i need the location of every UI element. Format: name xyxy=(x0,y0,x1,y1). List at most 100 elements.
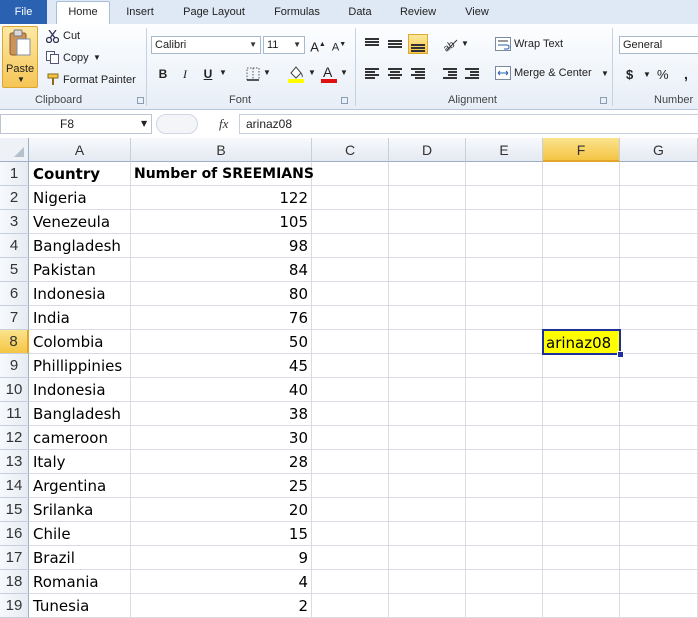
column-header-f[interactable]: F xyxy=(543,138,620,162)
cell-number[interactable]: 122 xyxy=(131,186,308,210)
cell-country[interactable]: Tunesia xyxy=(33,594,89,618)
align-middle-icon[interactable] xyxy=(385,34,405,54)
cell-number[interactable]: 98 xyxy=(131,234,308,258)
align-bottom-icon[interactable] xyxy=(408,34,428,54)
row-header-8[interactable]: 8 xyxy=(0,330,29,354)
row-header-18[interactable]: 18 xyxy=(0,570,29,594)
shrink-font-icon[interactable]: A▼ xyxy=(329,35,349,55)
tab-file[interactable]: File xyxy=(0,0,47,24)
align-top-icon[interactable] xyxy=(362,34,382,54)
bold-button[interactable]: B xyxy=(153,64,173,84)
cell-number[interactable]: 9 xyxy=(131,546,308,570)
align-center-icon[interactable] xyxy=(385,64,405,84)
cell-number[interactable]: 20 xyxy=(131,498,308,522)
cell-number[interactable]: 4 xyxy=(131,570,308,594)
row-header-1[interactable]: 1 xyxy=(0,162,29,186)
name-box[interactable]: F8 ▼ xyxy=(0,114,152,134)
fill-color-dropdown-icon[interactable]: ▼ xyxy=(308,68,316,77)
cell-a1[interactable]: Country xyxy=(33,162,100,186)
fx-icon[interactable]: fx xyxy=(219,116,228,132)
alignment-launcher-icon[interactable] xyxy=(600,97,607,104)
font-launcher-icon[interactable] xyxy=(341,97,348,104)
format-painter-button[interactable]: Format Painter xyxy=(63,74,136,86)
percent-button[interactable]: % xyxy=(657,67,669,82)
cell-number[interactable]: 50 xyxy=(131,330,308,354)
row-header-3[interactable]: 3 xyxy=(0,210,29,234)
cell-number[interactable]: 28 xyxy=(131,450,308,474)
orientation-dropdown-icon[interactable]: ▼ xyxy=(461,39,469,48)
cell-country[interactable]: Indonesia xyxy=(33,282,106,306)
increase-indent-icon[interactable] xyxy=(462,64,482,84)
row-header-17[interactable]: 17 xyxy=(0,546,29,570)
column-header-e[interactable]: E xyxy=(466,138,543,162)
underline-button[interactable]: U xyxy=(198,64,218,84)
cell-number[interactable]: 84 xyxy=(131,258,308,282)
tab-data[interactable]: Data xyxy=(339,4,381,24)
row-header-15[interactable]: 15 xyxy=(0,498,29,522)
cell-country[interactable]: Phillippinies xyxy=(33,354,122,378)
tab-view[interactable]: View xyxy=(456,4,498,24)
currency-button[interactable]: $ xyxy=(626,67,633,82)
tab-page-layout[interactable]: Page Layout xyxy=(175,4,253,24)
currency-dropdown-icon[interactable]: ▼ xyxy=(643,70,651,79)
italic-button[interactable]: I xyxy=(175,64,195,84)
tab-home[interactable]: Home xyxy=(56,1,110,25)
cell-number[interactable]: 15 xyxy=(131,522,308,546)
select-all-button[interactable] xyxy=(0,138,29,162)
cell-country[interactable]: cameroon xyxy=(33,426,108,450)
cell-country[interactable]: Bangladesh xyxy=(33,402,121,426)
cell-country[interactable]: Chile xyxy=(33,522,71,546)
cell-number[interactable]: 38 xyxy=(131,402,308,426)
column-header-a[interactable]: A xyxy=(29,138,131,162)
cell-country[interactable]: Brazil xyxy=(33,546,75,570)
cell-number[interactable]: 25 xyxy=(131,474,308,498)
font-color-icon[interactable]: A xyxy=(320,64,338,83)
active-cell-f8[interactable]: arinaz08 xyxy=(542,329,624,358)
row-header-4[interactable]: 4 xyxy=(0,234,29,258)
cell-number[interactable]: 76 xyxy=(131,306,308,330)
cell-country[interactable]: Argentina xyxy=(33,474,106,498)
cell-country[interactable]: Indonesia xyxy=(33,378,106,402)
copy-button[interactable]: Copy xyxy=(63,52,89,64)
column-header-d[interactable]: D xyxy=(389,138,466,162)
row-header-11[interactable]: 11 xyxy=(0,402,29,426)
row-header-13[interactable]: 13 xyxy=(0,450,29,474)
align-right-icon[interactable] xyxy=(408,64,428,84)
row-header-7[interactable]: 7 xyxy=(0,306,29,330)
cell-country[interactable]: Venezeula xyxy=(33,210,110,234)
cell-number[interactable]: 40 xyxy=(131,378,308,402)
cell-b1[interactable]: Number of SREEMIANS xyxy=(134,162,314,186)
cell-country[interactable]: Romania xyxy=(33,570,99,594)
formula-input[interactable]: arinaz08 xyxy=(239,114,698,134)
column-header-b[interactable]: B xyxy=(131,138,312,162)
formula-splitter[interactable] xyxy=(156,114,198,134)
underline-dropdown-icon[interactable]: ▼ xyxy=(219,68,227,77)
align-left-icon[interactable] xyxy=(362,64,382,84)
worksheet-grid[interactable]: A B C D E F G 1 2 3 4 5 6 7 8 9 10 11 12 13 14 15 16 17 1… xyxy=(0,138,698,618)
borders-dropdown-icon[interactable]: ▼ xyxy=(263,68,271,77)
grow-font-icon[interactable]: A▲ xyxy=(308,35,328,55)
font-color-dropdown-icon[interactable]: ▼ xyxy=(340,68,348,77)
row-header-5[interactable]: 5 xyxy=(0,258,29,282)
decrease-indent-icon[interactable] xyxy=(440,64,460,84)
font-size-combo[interactable]: 11 ▼ xyxy=(263,36,305,54)
cell-country[interactable]: Pakistan xyxy=(33,258,96,282)
fill-handle[interactable] xyxy=(617,351,624,358)
cell-number[interactable]: 105 xyxy=(131,210,308,234)
cell-number[interactable]: 30 xyxy=(131,426,308,450)
cell-country[interactable]: India xyxy=(33,306,70,330)
font-name-combo[interactable]: Calibri ▼ xyxy=(151,36,261,54)
row-header-9[interactable]: 9 xyxy=(0,354,29,378)
merge-center-button[interactable]: Merge & Center xyxy=(514,67,592,79)
cell-number[interactable]: 45 xyxy=(131,354,308,378)
paste-button[interactable]: Paste ▼ xyxy=(2,26,38,88)
tab-insert[interactable]: Insert xyxy=(116,4,164,24)
row-header-6[interactable]: 6 xyxy=(0,282,29,306)
orientation-icon[interactable]: ab xyxy=(441,36,459,52)
clipboard-launcher-icon[interactable] xyxy=(137,97,144,104)
row-header-16[interactable]: 16 xyxy=(0,522,29,546)
cell-number[interactable]: 2 xyxy=(131,594,308,618)
cell-number[interactable]: 80 xyxy=(131,282,308,306)
cell-country[interactable]: Colombia xyxy=(33,330,104,354)
tab-formulas[interactable]: Formulas xyxy=(264,4,330,24)
